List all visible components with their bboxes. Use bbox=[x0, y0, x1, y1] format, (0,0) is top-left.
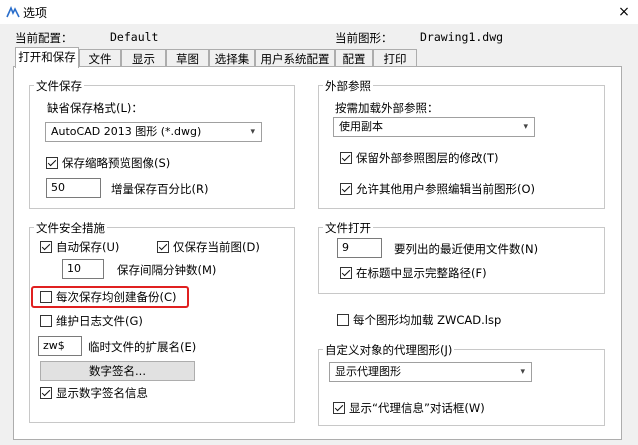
load-lsp-checkbox[interactable] bbox=[337, 314, 349, 326]
profile-label: 当前配置： bbox=[15, 31, 73, 45]
save-interval-label: 保存间隔分钟数(M) bbox=[117, 263, 217, 277]
save-interval-input[interactable]: 10 bbox=[62, 259, 104, 279]
tab-drafting[interactable]: 草图 bbox=[166, 49, 209, 67]
digital-signature-button[interactable]: 数字签名... bbox=[40, 361, 195, 381]
full-path-checkbox[interactable] bbox=[340, 267, 352, 279]
xref-title: 外部参照 bbox=[323, 78, 373, 94]
recent-files-input[interactable]: 9 bbox=[337, 238, 382, 258]
tab-selection[interactable]: 选择集 bbox=[209, 49, 255, 67]
file-open-title: 文件打开 bbox=[323, 220, 373, 236]
chevron-down-icon: ▾ bbox=[520, 367, 525, 377]
file-safety-title: 文件安全措施 bbox=[34, 220, 107, 236]
proxy-title: 自定义对象的代理图形(J) bbox=[323, 342, 455, 358]
drawing-label: 当前图形： bbox=[335, 31, 393, 45]
proxy-select[interactable]: 显示代理图形 ▾ bbox=[329, 362, 532, 382]
log-file-checkbox[interactable] bbox=[40, 315, 52, 327]
tab-display[interactable]: 显示 bbox=[121, 49, 166, 67]
thumbnail-checkbox[interactable] bbox=[46, 157, 58, 169]
format-label: 缺省保存格式(L)： bbox=[47, 101, 143, 115]
proxy-dialog-checkbox[interactable] bbox=[333, 402, 345, 414]
tab-profiles[interactable]: 配置 bbox=[335, 49, 373, 67]
incremental-save-label: 增量保存百分比(R) bbox=[111, 182, 209, 196]
tab-plot[interactable]: 打印 bbox=[373, 49, 417, 67]
title-bar: 选项 × bbox=[0, 0, 638, 24]
autosave-checkbox[interactable] bbox=[40, 241, 52, 253]
tab-files[interactable]: 文件 bbox=[79, 49, 121, 67]
temp-extension-input[interactable]: zw$ bbox=[38, 336, 82, 356]
file-save-title: 文件保存 bbox=[34, 78, 84, 94]
format-select-value: AutoCAD 2013 图形 (*.dwg) bbox=[51, 125, 202, 138]
recent-files-label: 要列出的最近使用文件数(N) bbox=[394, 242, 539, 256]
temp-extension-label: 临时文件的扩展名(E) bbox=[88, 340, 197, 354]
chevron-down-icon: ▾ bbox=[250, 127, 255, 137]
proxy-dialog-label: 显示“代理信息”对话框(W) bbox=[349, 401, 485, 415]
thumbnail-label: 保存缩略预览图像(S) bbox=[62, 156, 171, 170]
tab-open-save[interactable]: 打开和保存 bbox=[15, 47, 79, 68]
signature-info-label: 显示数字签名信息 bbox=[56, 386, 148, 400]
chevron-down-icon: ▾ bbox=[523, 122, 528, 132]
load-lsp-label: 每个图形均加载 ZWCAD.lsp bbox=[353, 313, 502, 327]
xref-demand-select[interactable]: 使用副本 ▾ bbox=[333, 117, 535, 137]
incremental-save-input[interactable]: 50 bbox=[46, 178, 101, 198]
xref-allow-edit-checkbox[interactable] bbox=[340, 183, 352, 195]
save-current-label: 仅保存当前图(D) bbox=[173, 240, 260, 254]
window-title: 选项 bbox=[23, 6, 48, 20]
drawing-value: Drawing1.dwg bbox=[420, 30, 504, 44]
format-select[interactable]: AutoCAD 2013 图形 (*.dwg) ▾ bbox=[45, 122, 262, 142]
xref-demand-value: 使用副本 bbox=[339, 120, 383, 133]
full-path-label: 在标题中显示完整路径(F) bbox=[356, 266, 487, 280]
highlight-box bbox=[31, 286, 189, 308]
proxy-select-value: 显示代理图形 bbox=[335, 365, 401, 378]
autosave-label: 自动保存(U) bbox=[56, 240, 120, 254]
log-file-label: 维护日志文件(G) bbox=[56, 314, 143, 328]
signature-info-checkbox[interactable] bbox=[40, 387, 52, 399]
xref-retain-label: 保留外部参照图层的修改(T) bbox=[356, 151, 499, 165]
xref-demand-label: 按需加载外部参照： bbox=[335, 101, 439, 115]
app-icon bbox=[6, 5, 20, 18]
tab-user-preferences[interactable]: 用户系统配置 bbox=[255, 49, 335, 67]
save-current-checkbox[interactable] bbox=[157, 241, 169, 253]
xref-retain-checkbox[interactable] bbox=[340, 152, 352, 164]
close-icon[interactable]: × bbox=[614, 2, 634, 22]
xref-allow-edit-label: 允许其他用户参照编辑当前图形(O) bbox=[356, 182, 536, 196]
profile-value: Default bbox=[110, 30, 159, 44]
